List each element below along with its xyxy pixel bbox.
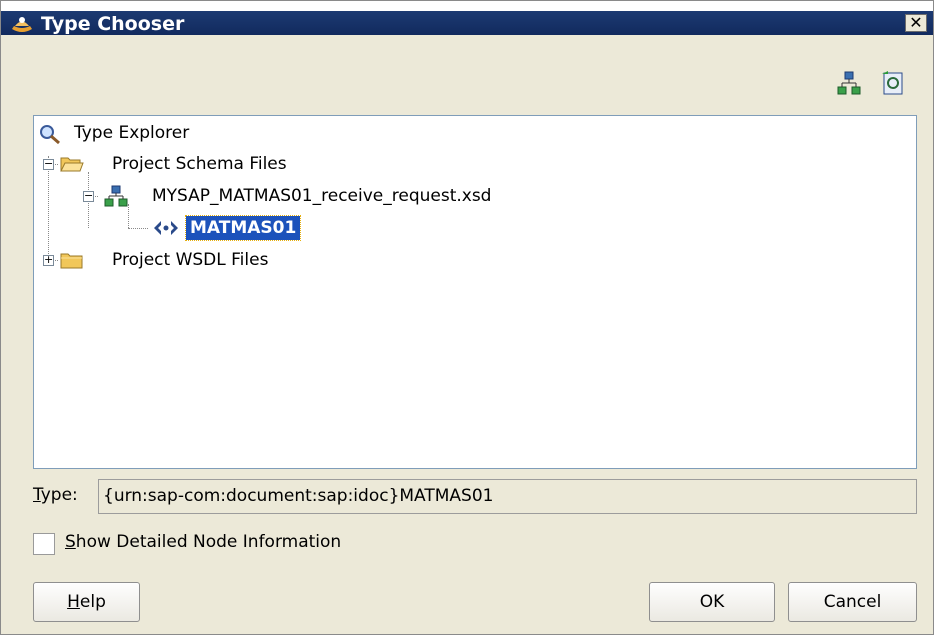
- import-schema-icon[interactable]: [879, 69, 907, 97]
- tree-item-label: MYSAP_MATMAS01_receive_request.xsd: [152, 186, 492, 206]
- app-icon: [12, 17, 32, 32]
- title-bar: Type Chooser ✕: [1, 1, 933, 35]
- type-explorer-tree[interactable]: Type Explorer − Project Schema Files − M…: [33, 115, 917, 469]
- help-text: elp: [79, 592, 106, 612]
- cancel-button[interactable]: Cancel: [788, 582, 917, 622]
- collapse-icon[interactable]: −: [83, 190, 94, 202]
- collapse-icon[interactable]: −: [43, 158, 54, 170]
- tree-item-label: Project WSDL Files: [112, 250, 269, 270]
- tree-item-project-wsdl-files[interactable]: + Project WSDL Files: [34, 247, 534, 273]
- help-mnemonic: H: [67, 592, 80, 612]
- show-detailed-node-checkbox[interactable]: [33, 533, 55, 555]
- folder-icon: [60, 253, 83, 269]
- tree-item-label: MATMAS01: [184, 215, 302, 241]
- type-label: Type:: [33, 485, 78, 505]
- tree-item-matmas01[interactable]: MATMAS01: [34, 215, 434, 241]
- tree-item-type-explorer[interactable]: Type Explorer: [34, 120, 434, 146]
- open-folder-icon: [60, 157, 84, 172]
- close-button[interactable]: ✕: [905, 14, 927, 32]
- hierarchy-icon[interactable]: [835, 69, 863, 97]
- window-title: Type Chooser: [41, 13, 185, 35]
- tree-item-label: Type Explorer: [74, 123, 190, 143]
- type-field[interactable]: {urn:sap-com:document:sap:idoc}MATMAS01: [98, 479, 917, 514]
- magnifier-icon: [40, 125, 60, 145]
- tree-item-project-schema-files[interactable]: − Project Schema Files: [34, 151, 534, 177]
- type-label-mnemonic: T: [33, 485, 41, 505]
- show-detail-mnemonic: S: [65, 532, 76, 552]
- tree-item-label: Project Schema Files: [112, 154, 287, 174]
- tree-item-xsd-file[interactable]: − MYSAP_MATMAS01_receive_request.xsd: [34, 183, 634, 209]
- show-detailed-node-label[interactable]: Show Detailed Node Information: [65, 532, 341, 552]
- show-detail-text: how Detailed Node Information: [75, 532, 342, 552]
- expand-icon[interactable]: +: [43, 254, 54, 266]
- schema-file-icon: [104, 185, 128, 207]
- type-label-text: ype:: [40, 485, 78, 505]
- ok-button[interactable]: OK: [649, 582, 775, 622]
- type-chooser-dialog: Type Chooser ✕ Type Explorer − Project S…: [0, 0, 934, 635]
- element-icon: [154, 221, 178, 235]
- help-button[interactable]: Help: [33, 582, 140, 622]
